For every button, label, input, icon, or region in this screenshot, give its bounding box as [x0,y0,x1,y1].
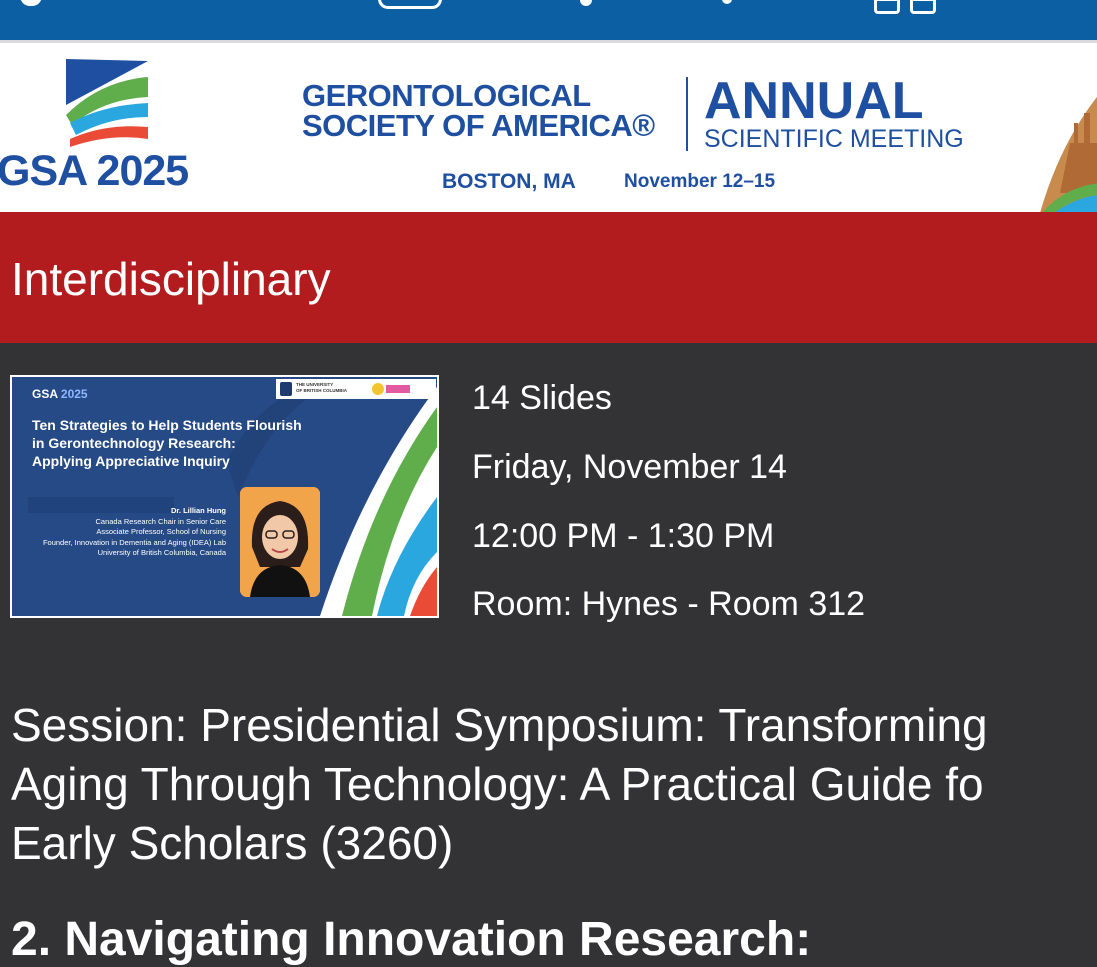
session-description-line2: Aging Through Technology: A Practical Gu… [11,758,984,810]
slide-thumbnail-image: THE UNIVERSITY OF BRITISH COLUMBIA GSA 2… [12,377,437,616]
category-title: Interdisciplinary [11,253,331,305]
speaker-title-line: Founder, Innovation in Dementia and Agin… [42,537,226,547]
toolbar-icon[interactable] [722,0,732,4]
organization-name: GERONTOLOGICAL SOCIETY OF AMERICA® [302,78,655,143]
presentation-heading: 2. Navigating Innovation Research: [11,913,812,966]
slide-title-line2: in Gerontechnology Research: [32,435,236,451]
session-room: Room: Hynes - Room 312 [472,585,866,623]
session-description: Session: Presidential Symposium: Transfo… [11,696,1097,873]
slide-title-line3: Applying Appreciative Inquiry [32,453,230,469]
gsa-logo-icon [66,59,148,147]
slide-title-line1: Ten Strategies to Help Students Flourish [32,417,302,433]
slide-gsa-year: 2025 [60,387,88,401]
share-icon[interactable] [910,0,936,14]
meeting-title: ANNUAL [704,72,924,130]
session-time: 12:00 PM - 1:30 PM [472,517,775,555]
speaker-title-line: Canada Research Chair in Senior Care [95,516,227,526]
gsa-2025-logo-text: GSA 2025 [0,147,189,195]
meeting-subtitle: SCIENTIFIC MEETING [704,125,964,153]
university-name-line2: OF BRITISH COLUMBIA [296,388,347,393]
conference-banner: GSA 2025 GERONTOLOGICAL SOCIETY OF AMERI… [0,43,1097,212]
toolbar-button-icon[interactable] [378,0,442,9]
ubc-crest-icon [280,382,292,396]
speaker-title-line: University of British Columbia, Canada [97,548,226,557]
bookmark-icon[interactable] [874,0,900,14]
session-description-line3: Early Scholars (3260) [11,817,454,869]
slide-count: 14 Slides [472,379,612,417]
session-description-line1: Session: Presidential Symposium: Transfo… [11,699,988,751]
speaker-portrait-image [240,487,320,597]
meeting-dates: November 12–15 [624,171,776,192]
idea-lab-logo-icon [372,383,410,395]
org-name-line2: SOCIETY OF AMERICA® [302,108,655,143]
slide-title: Ten Strategies to Help Students Flourish… [32,416,362,470]
speaker-photo [240,487,320,597]
top-app-bar [0,0,1097,40]
divider [686,77,688,151]
slide-swoosh-graphic [28,385,437,616]
back-icon[interactable] [20,0,42,6]
boston-skyline-image [1040,96,1097,212]
toolbar-icon[interactable] [580,0,592,6]
org-name-line1: GERONTOLOGICAL [302,78,591,113]
university-logo-strip: THE UNIVERSITY OF BRITISH COLUMBIA [276,379,436,399]
speaker-title-line: Associate Professor, School of Nursing [96,527,226,536]
meeting-location: BOSTON, MA [442,170,576,193]
slide-speaker-info: Dr. Lillian Hung Canada Research Chair i… [12,506,226,559]
speaker-name: Dr. Lillian Hung [170,506,226,515]
session-date: Friday, November 14 [472,448,787,486]
slide-thumbnail[interactable]: THE UNIVERSITY OF BRITISH COLUMBIA GSA 2… [10,375,439,618]
slide-gsa-text: GSA [32,387,58,401]
slide-gsa-label: GSA 2025 [32,387,88,401]
